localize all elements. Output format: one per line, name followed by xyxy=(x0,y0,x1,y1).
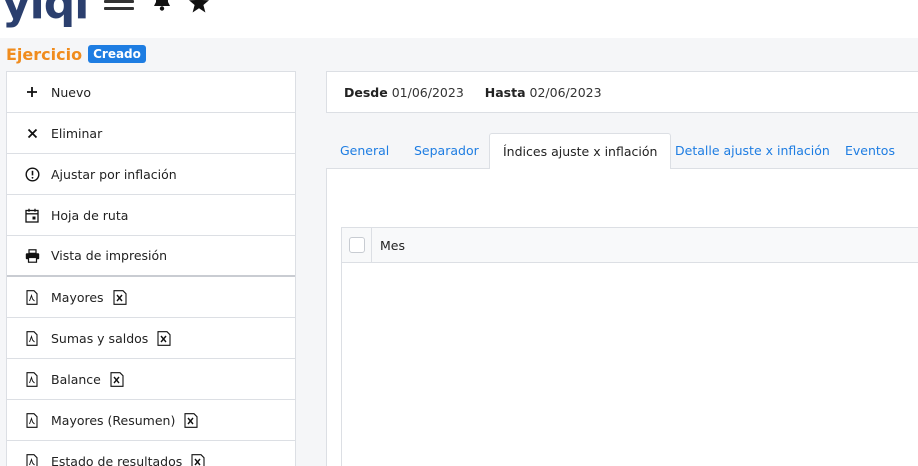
pdf-icon xyxy=(23,452,41,466)
sidebar-item-label: Ajustar por inflación xyxy=(51,166,177,182)
tab-indices-ajuste[interactable]: Índices ajuste x inflación xyxy=(489,133,672,170)
sidebar-item-label: Eliminar xyxy=(51,125,103,141)
bell-icon[interactable] xyxy=(152,0,172,12)
sidebar-item-eliminar[interactable]: Eliminar xyxy=(7,113,295,154)
date-range-panel: Desde 01/06/2023 Hasta 02/06/2023 xyxy=(326,71,918,113)
printer-icon xyxy=(23,247,41,265)
sidebar-item-sumas-saldos[interactable]: Sumas y saldos xyxy=(7,318,295,359)
sidebar-item-label: Hoja de ruta xyxy=(51,207,129,223)
sidebar-item-nuevo[interactable]: Nuevo xyxy=(7,72,295,113)
sidebar-item-label: Estado de resultados xyxy=(51,453,183,466)
title-row: Ejercicio Creado xyxy=(6,43,146,65)
calendar-icon xyxy=(23,206,41,224)
excel-icon[interactable] xyxy=(157,330,171,346)
excel-icon[interactable] xyxy=(110,371,124,387)
top-bar: yiqi xyxy=(0,0,918,38)
alert-circle-icon xyxy=(23,165,41,183)
sidebar-item-balance[interactable]: Balance xyxy=(7,359,295,400)
star-icon[interactable] xyxy=(188,0,210,14)
sidebar-item-hoja-de-ruta[interactable]: Hoja de ruta xyxy=(7,195,295,236)
tab-eventos[interactable]: Eventos xyxy=(845,133,895,169)
to-value: 02/06/2023 xyxy=(529,84,602,100)
plus-icon xyxy=(23,83,41,101)
excel-icon[interactable] xyxy=(184,412,198,428)
pdf-icon xyxy=(23,411,41,429)
sidebar-item-ajustar-inflacion[interactable]: Ajustar por inflación xyxy=(7,154,295,195)
sidebar-item-label: Vista de impresión xyxy=(51,248,168,263)
grid-header: Mes xyxy=(342,227,918,263)
actions-sidebar: Nuevo Eliminar Ajustar por inflación Hoj… xyxy=(6,71,296,466)
sidebar-item-label: Balance xyxy=(51,371,101,387)
hamburger-icon[interactable] xyxy=(104,0,134,16)
sidebar-item-label: Mayores xyxy=(51,289,104,305)
sidebar-item-label: Sumas y saldos xyxy=(51,330,149,346)
column-header-mes[interactable]: Mes xyxy=(372,238,405,253)
sidebar-item-mayores-resumen[interactable]: Mayores (Resumen) xyxy=(7,400,295,441)
indices-grid: Mes xyxy=(341,227,918,466)
status-badge: Creado xyxy=(88,45,146,63)
from-value: 01/06/2023 xyxy=(391,84,464,100)
sidebar-item-vista-impresion[interactable]: Vista de impresión xyxy=(7,236,295,277)
sidebar-item-estado-resultados[interactable]: Estado de resultados xyxy=(7,441,295,466)
tab-general[interactable]: General xyxy=(340,133,389,169)
page-title: Ejercicio xyxy=(6,44,83,64)
sidebar-item-label: Mayores (Resumen) xyxy=(51,412,176,428)
tab-content: Mes xyxy=(326,169,918,466)
to-label: Hasta xyxy=(484,84,526,100)
tab-bar: General Separador Índices ajuste x infla… xyxy=(326,133,918,170)
pdf-icon xyxy=(23,370,41,388)
close-icon xyxy=(23,124,41,142)
pdf-icon xyxy=(23,329,41,347)
app-logo[interactable]: yiqi xyxy=(2,0,89,29)
select-all-cell xyxy=(342,227,372,263)
excel-icon[interactable] xyxy=(113,289,127,305)
excel-icon[interactable] xyxy=(191,453,205,466)
pdf-icon xyxy=(23,288,41,306)
sidebar-item-label: Nuevo xyxy=(51,84,92,100)
select-all-checkbox[interactable] xyxy=(348,237,365,253)
sidebar-item-mayores[interactable]: Mayores xyxy=(7,277,295,318)
from-label: Desde xyxy=(344,84,388,100)
tab-separador[interactable]: Separador xyxy=(414,133,479,169)
tab-detalle-ajuste[interactable]: Detalle ajuste x inflación xyxy=(675,133,830,169)
